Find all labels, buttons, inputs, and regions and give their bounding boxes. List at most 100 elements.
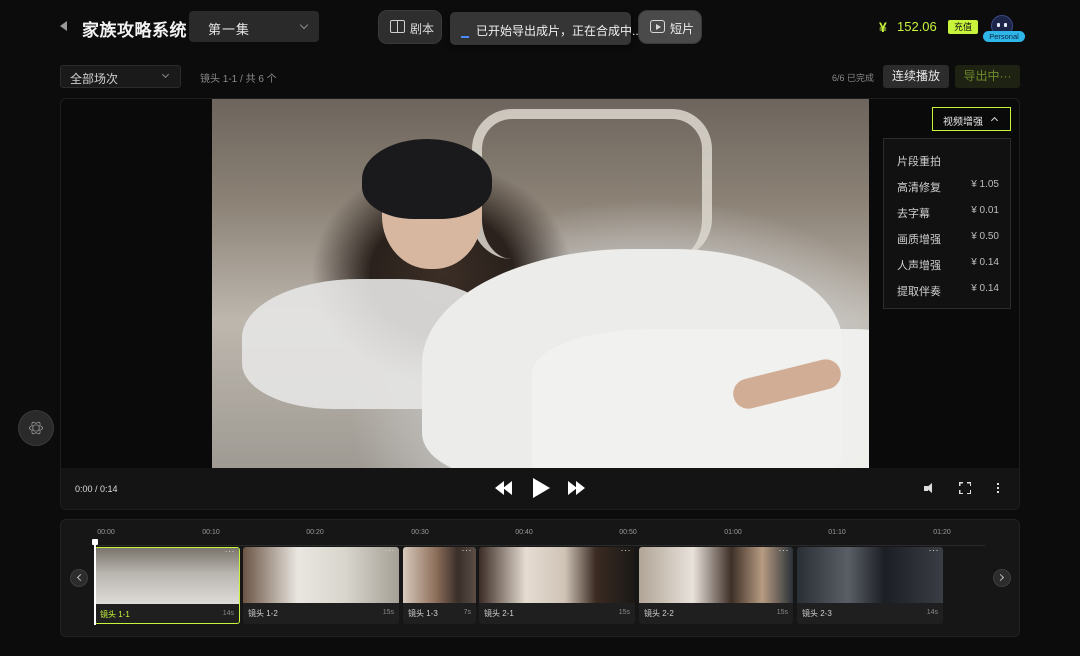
clip-more-icon[interactable]: ··· — [779, 547, 790, 555]
clip-duration: 15s — [382, 609, 394, 616]
video-frame[interactable] — [212, 99, 869, 468]
menu-item-voice-enhance[interactable]: 人声增强 ¥ 0.14 — [884, 251, 1012, 275]
clip-thumbnail — [243, 547, 399, 603]
menu-item-price: ¥ 0.14 — [971, 257, 999, 268]
chevron-right-icon — [996, 573, 1005, 582]
scroll-left-button[interactable] — [70, 569, 88, 587]
clip-duration: 14s — [222, 610, 234, 617]
more-vertical-icon[interactable] — [997, 483, 999, 485]
fast-forward-icon[interactable] — [568, 481, 586, 495]
project-title: 家族攻略系统 — [82, 21, 187, 40]
menu-item-quality-enhance[interactable]: 画质增强 ¥ 0.50 — [884, 225, 1012, 249]
ruler-tick-label: 00:40 — [515, 529, 533, 536]
scene-filter-label: 全部场次 — [70, 72, 119, 86]
ruler-tick-label: 01:10 — [828, 529, 846, 536]
player-controls: 0:00 / 0:14 — [61, 468, 1019, 509]
ruler-tick-label: 00:00 — [97, 529, 115, 536]
recharge-button[interactable]: 充值 — [948, 20, 978, 34]
clip-name: 镜头 1-1 — [100, 610, 130, 619]
shot-count: 镜头 1-1 / 共 6 个 — [200, 74, 277, 85]
video-scene-shape — [362, 139, 492, 219]
timeline: 00:00 00:10 00:20 00:30 00:40 00:50 01:0… — [60, 519, 1020, 637]
play-icon[interactable] — [533, 478, 550, 498]
menu-item-price: ¥ 1.05 — [971, 179, 999, 190]
clip-more-icon[interactable]: ··· — [462, 547, 473, 555]
episode-select-label: 第一集 — [208, 22, 251, 37]
clip-thumbnail — [95, 548, 239, 604]
video-enhance-label: 视频增强 — [943, 117, 983, 128]
video-player: 视频增强 片段重拍 高清修复 ¥ 1.05 去字幕 ¥ 0.01 画质增强 ¥ … — [60, 98, 1020, 510]
ruler-tick-label: 01:00 — [724, 529, 742, 536]
video-scene-shape — [472, 109, 712, 259]
menu-item-price: ¥ 0.14 — [971, 283, 999, 294]
back-arrow-icon[interactable] — [60, 21, 67, 31]
menu-item-label: 高清修复 — [897, 182, 941, 194]
enhance-menu: 片段重拍 高清修复 ¥ 1.05 去字幕 ¥ 0.01 画质增强 ¥ 0.50 … — [883, 138, 1011, 309]
ruler-baseline — [95, 545, 985, 546]
completion-status: 6/6 已完成 — [832, 73, 875, 83]
menu-item-extract-accompaniment[interactable]: 提取伴奏 ¥ 0.14 — [884, 277, 1012, 301]
video-enhance-button[interactable]: 视频增强 — [932, 107, 1011, 131]
chevron-left-icon — [76, 573, 85, 582]
clip-2-3[interactable]: ··· 镜头 2-3 14s — [797, 547, 943, 624]
short-film-label: 短片 — [670, 22, 695, 36]
short-film-button[interactable]: 短片 — [639, 11, 701, 43]
fullscreen-icon[interactable] — [959, 482, 971, 494]
ruler-tick-label: 00:10 — [202, 529, 220, 536]
clip-more-icon[interactable]: ··· — [385, 547, 396, 555]
clip-1-3[interactable]: ··· 镜头 1-3 7s — [403, 547, 476, 624]
clip-name: 镜头 2-3 — [802, 609, 832, 618]
clip-more-icon[interactable]: ··· — [621, 547, 632, 555]
menu-item-price: ¥ 0.50 — [971, 231, 999, 242]
clip-more-icon[interactable]: ··· — [225, 548, 236, 556]
clip-thumbnail — [479, 547, 635, 603]
play-video-icon — [650, 20, 665, 33]
clip-1-2[interactable]: ··· 镜头 1-2 15s — [243, 547, 399, 624]
ruler-tick-label: 00:30 — [411, 529, 429, 536]
clip-duration: 7s — [463, 609, 471, 616]
clip-thumbnail — [639, 547, 793, 603]
script-button-label: 剧本 — [410, 22, 435, 36]
clip-duration: 14s — [926, 609, 938, 616]
clip-thumbnail — [403, 547, 476, 603]
clip-duration: 15s — [618, 609, 630, 616]
menu-item-label: 提取伴奏 — [897, 286, 941, 298]
episode-select[interactable]: 第一集 — [189, 11, 319, 42]
menu-item-remove-subtitles[interactable]: 去字幕 ¥ 0.01 — [884, 199, 1012, 223]
clip-name: 镜头 1-3 — [408, 609, 438, 618]
export-toast: 已开始导出成片，正在合成中... — [450, 12, 642, 45]
clip-name: 镜头 2-2 — [644, 609, 674, 618]
continuous-play-button[interactable]: 连续播放 — [883, 65, 949, 88]
video-scene-shape — [532, 329, 869, 468]
menu-item-reshoot[interactable]: 片段重拍 — [884, 147, 1012, 171]
export-button: 导出中··· — [955, 65, 1020, 88]
balance-amount: 152.06 — [897, 19, 937, 34]
chevron-down-icon — [161, 70, 170, 79]
top-bar: 家族攻略系统 第一集 剧本 已开始导出成片，正在合成中... 短片 ¥ 152.… — [0, 0, 1080, 54]
menu-item-hd-restore[interactable]: 高清修复 ¥ 1.05 — [884, 173, 1012, 197]
volume-icon[interactable] — [924, 483, 936, 495]
loading-icon — [461, 36, 469, 38]
chevron-up-icon — [990, 116, 999, 125]
menu-item-label: 去字幕 — [897, 208, 930, 220]
clip-1-1[interactable]: ··· 镜头 1-1 14s — [94, 547, 240, 624]
playhead[interactable] — [92, 539, 98, 625]
clip-name: 镜头 2-1 — [484, 609, 514, 618]
clip-more-icon[interactable]: ··· — [929, 547, 940, 555]
ruler-tick-label: 01:20 — [933, 529, 951, 536]
ruler-tick-label: 00:50 — [619, 529, 637, 536]
yuan-icon: ¥ — [879, 19, 887, 35]
scroll-right-button[interactable] — [993, 569, 1011, 587]
script-button[interactable]: 剧本 — [379, 11, 441, 43]
menu-item-label: 画质增强 — [897, 234, 941, 246]
chevron-down-icon — [299, 20, 309, 30]
clip-name: 镜头 1-2 — [248, 609, 278, 618]
clip-2-2[interactable]: ··· 镜头 2-2 15s — [639, 547, 793, 624]
toast-message: 已开始导出成片，正在合成中... — [476, 24, 643, 38]
menu-item-label: 人声增强 — [897, 260, 941, 272]
ai-assistant-button[interactable] — [18, 410, 54, 446]
clip-2-1[interactable]: ··· 镜头 2-1 15s — [479, 547, 635, 624]
rewind-icon[interactable] — [495, 481, 513, 495]
time-display: 0:00 / 0:14 — [75, 484, 118, 494]
scene-filter-select[interactable]: 全部场次 — [60, 65, 181, 88]
